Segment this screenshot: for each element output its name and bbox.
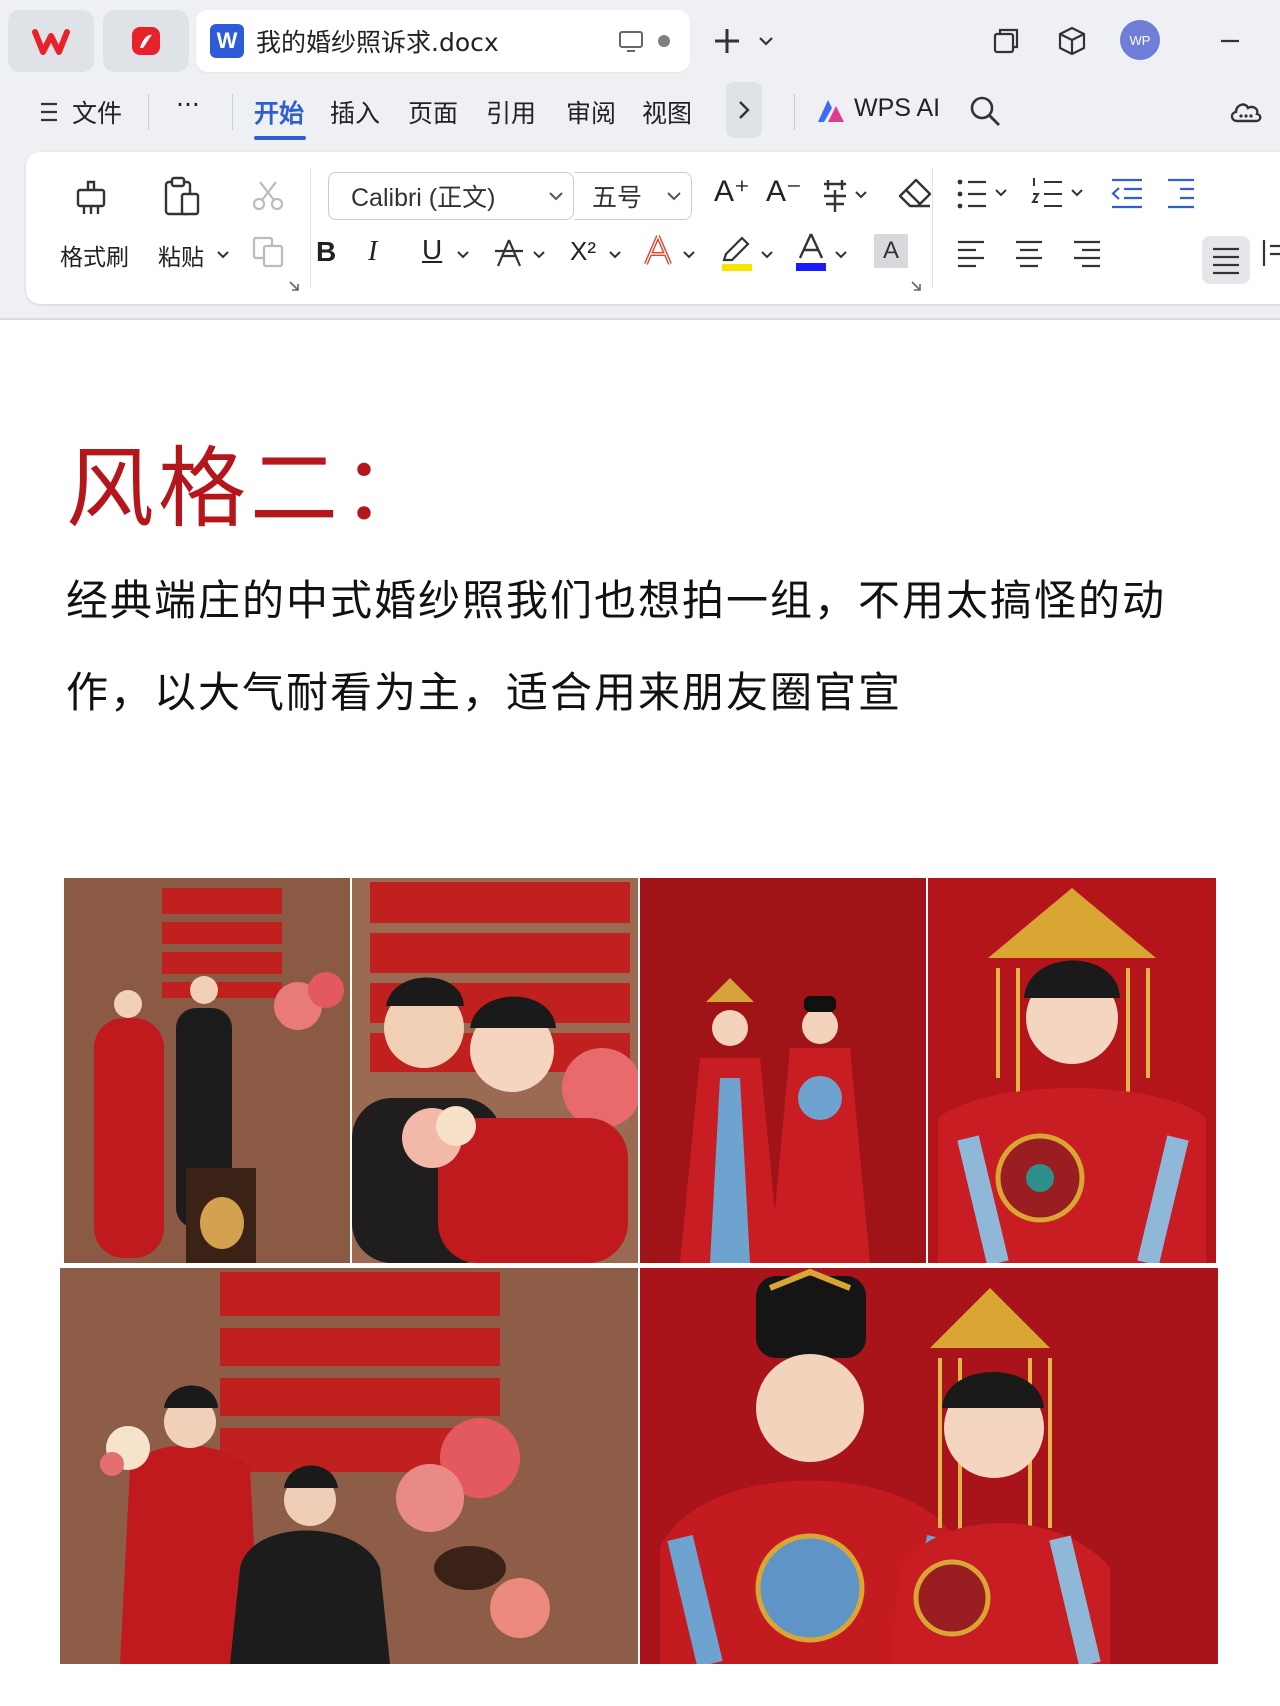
font-color-icon[interactable] — [794, 230, 828, 272]
monitor-icon[interactable] — [616, 26, 646, 56]
bold-button[interactable]: B — [316, 236, 336, 268]
apps-cube-button[interactable] — [1050, 18, 1094, 64]
wps-logo-icon — [32, 29, 70, 55]
hamburger-icon[interactable] — [38, 100, 60, 124]
document-heading: 风格二： — [66, 437, 435, 540]
chevron-down-icon[interactable] — [834, 250, 848, 260]
window-tiles-button[interactable] — [984, 18, 1028, 64]
document-tab[interactable]: W 我的婚纱照诉求.docx — [196, 10, 690, 72]
copy-icon[interactable] — [250, 234, 286, 270]
chevron-down-icon[interactable] — [682, 250, 696, 260]
menu-more[interactable]: ··· — [176, 90, 200, 119]
ribbon-divider — [310, 168, 311, 288]
text-effect-icon[interactable] — [640, 232, 676, 270]
wedding-photo-5 — [60, 1268, 638, 1664]
bullet-list-icon[interactable] — [954, 174, 1012, 214]
menu-bar: 文件 ··· 开始 插入 页面 引用 审阅 视图 WPS AI — [0, 80, 1280, 144]
search-icon[interactable] — [968, 94, 1002, 128]
wps-home-button[interactable] — [8, 10, 94, 72]
phonetic-guide-icon[interactable] — [818, 176, 872, 216]
chevron-down-icon[interactable] — [532, 250, 546, 260]
format-painter-icon[interactable] — [70, 176, 112, 218]
decrease-indent-icon[interactable] — [1108, 174, 1146, 214]
align-center-icon[interactable] — [1012, 236, 1046, 270]
ribbon-border — [0, 318, 1280, 320]
italic-button[interactable]: I — [368, 236, 377, 268]
dialog-launcher-icon[interactable] — [288, 280, 300, 292]
more-tabs-button[interactable] — [726, 82, 762, 138]
menu-file[interactable]: 文件 — [72, 94, 122, 130]
cut-icon[interactable] — [250, 178, 286, 214]
pdf-app-button[interactable] — [103, 10, 189, 72]
tab-home[interactable]: 开始 — [254, 94, 304, 130]
chevron-down-icon — [759, 37, 773, 46]
wedding-photo-4 — [928, 878, 1216, 1263]
align-justify-icon — [1213, 247, 1239, 275]
wedding-photo-3 — [640, 878, 926, 1263]
paste-label[interactable]: 粘贴 — [158, 238, 204, 272]
unsaved-dot-icon — [658, 35, 670, 47]
tab-page[interactable]: 页面 — [408, 94, 458, 130]
grow-font-button[interactable]: A⁺ — [714, 174, 750, 209]
ribbon-divider — [932, 168, 933, 288]
chevron-down-icon — [549, 192, 563, 201]
format-painter-label[interactable]: 格式刷 — [60, 238, 129, 272]
font-name-select[interactable]: Calibri (正文) — [328, 172, 574, 220]
superscript-button[interactable]: X² — [570, 236, 596, 267]
chevron-down-icon[interactable] — [760, 250, 774, 260]
tab-insert[interactable]: 插入 — [330, 94, 380, 130]
pdf-logo-icon — [132, 27, 160, 55]
clear-format-icon[interactable] — [896, 176, 934, 214]
tab-references[interactable]: 引用 — [486, 94, 536, 130]
cube-icon — [1058, 26, 1086, 56]
wps-ai-icon — [818, 100, 844, 122]
character-shading-button[interactable]: A — [874, 234, 908, 268]
plus-icon — [715, 29, 739, 53]
document-paragraph: 经典端庄的中式婚纱照我们也想拍一组，不用太搞怪的动作，以大气耐看为主，适合用来朋… — [66, 576, 1167, 717]
paste-icon[interactable] — [160, 174, 204, 218]
wedding-photo-1 — [64, 878, 350, 1263]
font-name-value: Calibri (正文) — [351, 184, 496, 212]
wedding-photo-6 — [640, 1268, 1218, 1664]
wps-ai-button[interactable]: WPS AI — [854, 94, 940, 123]
chevron-down-icon[interactable] — [456, 250, 470, 260]
align-right-icon[interactable] — [1070, 236, 1104, 270]
chevron-down-icon[interactable] — [608, 250, 622, 260]
active-tab-indicator — [254, 136, 306, 140]
tab-view[interactable]: 视图 — [642, 94, 692, 130]
shrink-font-button[interactable]: A⁻ — [766, 174, 802, 209]
font-size-value: 五号 — [592, 184, 643, 212]
window-tiles-icon — [993, 28, 1019, 54]
document-tab-title: 我的婚纱照诉求.docx — [256, 28, 499, 57]
increase-indent-icon[interactable] — [1164, 174, 1194, 214]
align-left-icon[interactable] — [954, 236, 988, 270]
chevron-down-icon[interactable] — [216, 250, 230, 260]
menu-divider — [794, 94, 795, 130]
chevron-right-icon — [739, 101, 750, 119]
chevron-down-icon — [667, 192, 681, 201]
cloud-icon[interactable] — [1228, 94, 1264, 128]
tab-list-button[interactable] — [754, 18, 778, 64]
minimize-icon — [1221, 39, 1239, 43]
title-bar: W 我的婚纱照诉求.docx WP — [0, 0, 1280, 80]
font-size-select[interactable]: 五号 — [574, 172, 692, 220]
justify-button[interactable] — [1202, 236, 1250, 284]
tab-review[interactable]: 审阅 — [566, 94, 616, 130]
word-doc-icon: W — [210, 24, 244, 58]
underline-button[interactable]: U — [422, 234, 442, 266]
menu-divider — [148, 94, 149, 130]
home-ribbon: 格式刷 粘贴 Calibri (正文) 五号 A⁺ A⁻ B I U X² A — [26, 152, 1280, 304]
user-avatar[interactable]: WP — [1120, 20, 1160, 60]
numbered-list-icon[interactable] — [1030, 174, 1088, 214]
minimize-button[interactable] — [1210, 18, 1250, 64]
highlight-icon[interactable] — [720, 230, 754, 272]
dialog-launcher-icon[interactable] — [910, 280, 922, 292]
new-tab-button[interactable] — [700, 18, 754, 64]
strikethrough-icon[interactable] — [492, 234, 526, 270]
distributed-align-icon[interactable] — [1260, 236, 1280, 270]
wedding-photo-2 — [352, 878, 638, 1263]
menu-divider — [232, 94, 233, 130]
